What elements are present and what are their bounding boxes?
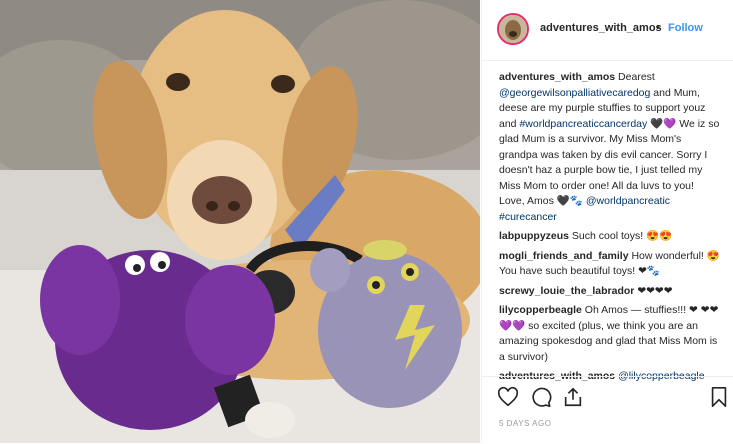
caption: adventures_with_amos Dearest @georgewils…: [499, 70, 721, 225]
caption-mention-1[interactable]: @georgewilsonpalliativecaredog: [499, 87, 650, 99]
heart-icon: [497, 386, 519, 407]
post-actions: 5 DAYS AGO: [482, 376, 733, 444]
comment-text: ❤❤❤❤: [634, 284, 673, 297]
comment-username[interactable]: labpuppyzeus: [499, 230, 569, 242]
share-button[interactable]: [562, 386, 584, 408]
avatar-dog-icon: [499, 15, 527, 43]
post-sidebar: adventures_with_amos • Follow adventures…: [481, 0, 733, 443]
post-photo[interactable]: [0, 0, 480, 443]
share-icon: [564, 387, 582, 407]
comment-username[interactable]: mogli_friends_and_family: [499, 250, 629, 262]
comment-username[interactable]: screwy_louie_the_labrador: [499, 285, 634, 297]
comment: mogli_friends_and_family How wonderful! …: [499, 249, 721, 280]
post-username[interactable]: adventures_with_amos: [540, 22, 662, 34]
caption-text-1: Dearest: [615, 71, 655, 83]
dog-with-toys-image: [0, 0, 480, 443]
comment: labpuppyzeus Such cool toys! 😍😍: [499, 229, 721, 245]
comments-list: adventures_with_amos Dearest @georgewils…: [499, 70, 721, 389]
comment-button[interactable]: [530, 386, 552, 408]
caption-hashtag-1[interactable]: #worldpancreaticcancerday: [519, 118, 647, 130]
avatar[interactable]: [497, 13, 529, 45]
post-date[interactable]: 5 DAYS AGO: [499, 419, 551, 428]
comment-text: Such cool toys! 😍😍: [569, 230, 673, 242]
post-header: adventures_with_amos • Follow: [482, 0, 733, 61]
like-button[interactable]: [497, 386, 519, 408]
caption-username[interactable]: adventures_with_amos: [499, 71, 615, 83]
comment-username[interactable]: lilycopperbeagle: [499, 304, 582, 316]
caption-mention-2[interactable]: @worldpancreatic: [586, 195, 670, 207]
save-button[interactable]: [710, 386, 732, 408]
comment-bubble-icon: [532, 387, 552, 407]
comment: lilycopperbeagle Oh Amos — stuffies!!! ❤…: [499, 303, 721, 365]
follow-button[interactable]: Follow: [668, 22, 703, 34]
caption-hashtag-2[interactable]: #curecancer: [499, 211, 557, 223]
caption-text-3: 🖤💜 We iz so glad Mum is a survivor. My M…: [499, 117, 720, 208]
comment: screwy_louie_the_labrador ❤❤❤❤: [499, 284, 721, 300]
separator-dot: •: [656, 22, 660, 34]
bookmark-icon: [711, 387, 727, 407]
